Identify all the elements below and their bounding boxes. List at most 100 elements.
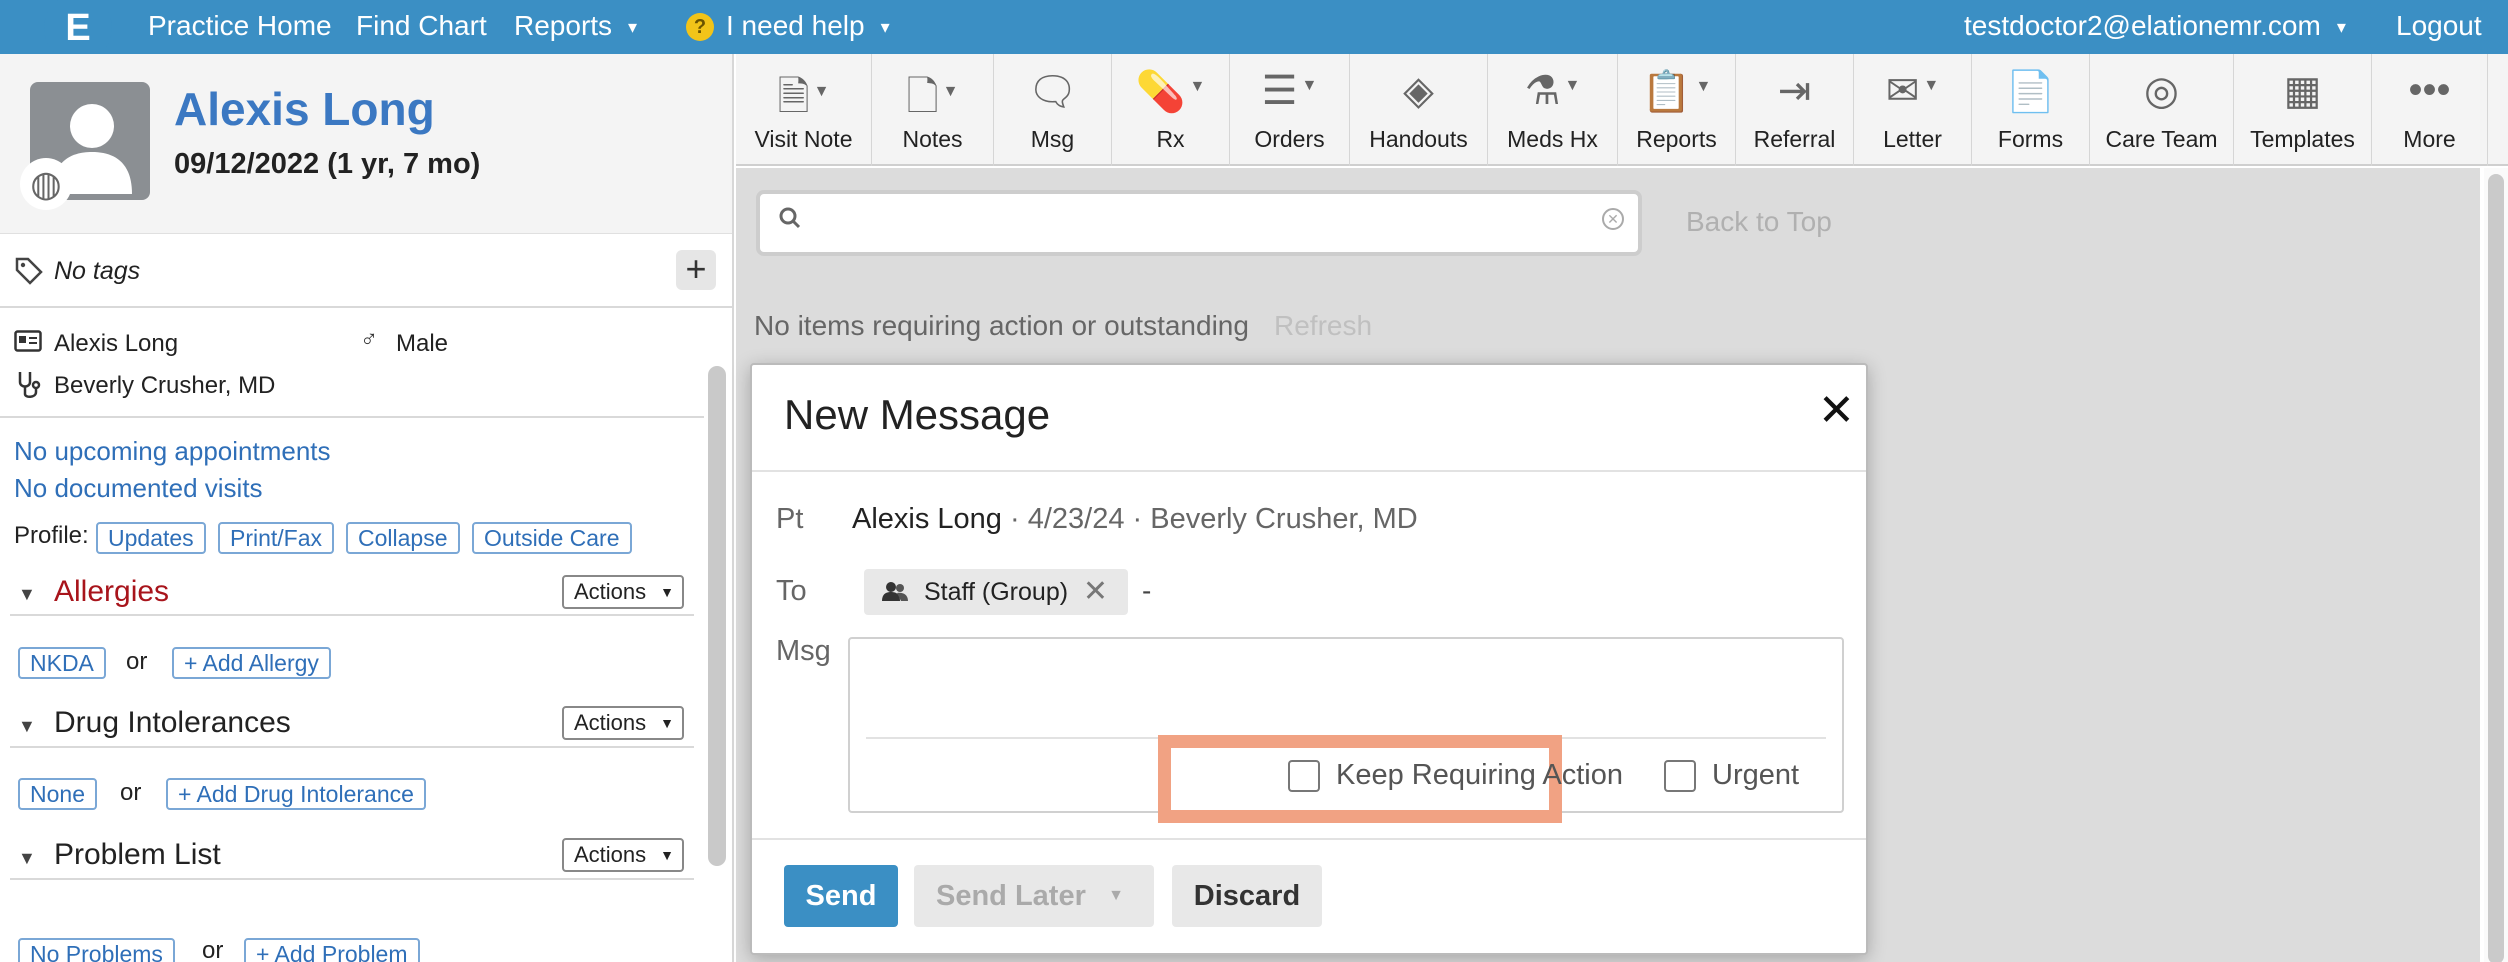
nkda-button[interactable]: NKDA [18,647,106,679]
urgent-label[interactable]: Urgent [1712,759,1799,792]
toolbar-templates[interactable]: ▦ Templates [2234,54,2372,166]
nav-practice-home[interactable]: Practice Home [148,10,332,42]
toolbar-label: Forms [1997,126,2064,152]
toolbar-letter[interactable]: ✉ ▼ Letter [1854,54,1972,166]
profile-updates-button[interactable]: Updates [96,522,206,554]
problem-list-actions-button[interactable]: Actions ▼ [562,838,684,872]
search-icon [778,206,802,237]
globe-icon: ◍ [20,158,72,210]
toolbar-more[interactable]: ••• More [2372,54,2488,166]
tag-icon [14,256,44,293]
keep-requiring-action-label[interactable]: Keep Requiring Action [1336,759,1623,792]
nav-logout[interactable]: Logout [2396,10,2482,42]
stethoscope-icon [16,370,42,407]
urgent-checkbox[interactable] [1664,760,1696,792]
toolbar-meds-hx[interactable]: ⚗ ▼ Meds Hx [1488,54,1618,166]
chart-search-bar: ✕ [756,190,1642,256]
nav-user-menu[interactable]: testdoctor2@elationemr.com ▾ [1964,10,2346,42]
elation-logo[interactable]: E [44,0,112,62]
toolbar-rx[interactable]: 💊 ▼ Rx [1112,54,1230,166]
toolbar-forms[interactable]: 📄 Forms [1972,54,2090,166]
nav-reports[interactable]: Reports ▾ [514,10,637,42]
profile-collapse-button[interactable]: Collapse [346,522,460,554]
patient-sidebar: ◍ Alexis Long 09/12/2022 (1 yr, 7 mo) No… [0,54,734,962]
toolbar-label: Handouts [1369,126,1468,152]
new-message-dialog: New Message ✕ Pt Alexis Long · 4/23/24 ·… [750,363,1868,955]
message-patient-details: · 4/23/24 · Beverly Crusher, MD [1001,503,1418,535]
toolbar-reports[interactable]: 📋 ▼ Reports [1618,54,1736,166]
allergies-actions-button[interactable]: Actions ▼ [562,575,684,609]
toolbar-label: Msg [1030,126,1075,152]
toolbar-label: Templates [2250,126,2355,152]
collapse-triangle-icon[interactable]: ▼ [18,716,36,737]
no-drug-intolerance-button[interactable]: None [18,778,97,810]
toolbar-visit-note[interactable]: 🗎 ▼ Visit Note [736,54,872,166]
message-patient-info: Alexis Long · 4/23/24 · Beverly Crusher,… [852,503,1418,536]
chart-search-input[interactable] [816,202,1556,244]
message-icon: 🗨 [1027,70,1078,114]
discard-button[interactable]: Discard [1172,865,1322,927]
scrollbar-thumb[interactable] [2488,174,2504,962]
drug-intolerances-title: Drug Intolerances [54,706,291,739]
recipient-dash: - [1142,575,1152,606]
toolbar-orders[interactable]: ☰ ▼ Orders [1230,54,1350,166]
sidebar-scrollbar[interactable] [708,366,726,866]
toolbar-label: Meds Hx [1507,126,1598,152]
allergies-title: Allergies [54,575,170,608]
team-icon: ◎ [2144,69,2179,113]
or-text: or [202,937,224,962]
referral-icon: ⇥ [1777,69,1812,113]
tags-text: No tags [54,257,141,285]
upcoming-appointments-link[interactable]: No upcoming appointments [14,436,331,467]
recipient-chip[interactable]: Staff (Group) ✕ [864,569,1128,615]
nav-find-chart[interactable]: Find Chart [356,10,487,42]
keep-requiring-action-checkbox[interactable] [1288,760,1320,792]
toolbar-msg[interactable]: 🗨 Msg [994,54,1112,166]
chart-toolbar: 🗎 ▼ Visit Note 🗋 ▼ Notes 🗨 Msg 💊 ▼ Rx ☰ ▼ Or… [736,54,2508,166]
toolbar-handouts[interactable]: ◈ Handouts [1350,54,1488,166]
no-items-text: No items requiring action or outstanding [754,310,1249,341]
nav-help[interactable]: ? I need help ▾ [686,10,890,42]
toolbar-notes[interactable]: 🗋 ▼ Notes [872,54,994,166]
profile-print-fax-button[interactable]: Print/Fax [218,522,335,554]
list-icon: ☰ ▼ [1261,69,1318,113]
clipboard-chart-icon: 📋 ▼ [1641,70,1712,114]
main-scrollbar[interactable] [2484,168,2508,962]
envelope-icon: ✉ ▼ [1885,69,1940,113]
to-label: To [776,575,807,607]
drug-intolerances-actions-button[interactable]: Actions ▼ [562,706,684,740]
message-textarea[interactable] [862,649,1828,729]
remove-recipient-icon[interactable]: ✕ [1083,569,1108,615]
chevron-down-icon: ▾ [2336,17,2346,38]
toolbar-label: Referral [1753,126,1836,152]
toolbar-label: More [2403,126,2456,152]
toolbar-care-team[interactable]: ◎ Care Team [2090,54,2234,166]
add-drug-intolerance-button[interactable]: + Add Drug Intolerance [166,778,426,810]
send-later-button[interactable]: Send Later ▼ [914,865,1154,927]
patient-display-name: Alexis Long [54,330,179,357]
refresh-link[interactable]: Refresh [1274,310,1372,342]
clear-search-icon[interactable]: ✕ [1602,208,1624,230]
send-button[interactable]: Send [784,865,898,927]
patient-name[interactable]: Alexis Long [174,82,435,136]
divider [0,416,704,418]
patient-provider: Beverly Crusher, MD [54,372,276,399]
group-icon [880,569,910,621]
close-icon[interactable]: ✕ [1818,389,1855,433]
toolbar-referral[interactable]: ⇥ Referral [1736,54,1854,166]
toolbar-label: Visit Note [754,126,853,152]
back-to-top-link[interactable]: Back to Top [1686,206,1832,238]
add-problem-button[interactable]: + Add Problem [244,938,420,962]
collapse-triangle-icon[interactable]: ▼ [18,584,36,605]
add-tag-button[interactable]: + [676,250,716,290]
clipboard-icon: 📄 [2005,70,2056,114]
no-problems-button[interactable]: No Problems [18,938,175,962]
send-later-label: Send Later [936,880,1086,912]
collapse-triangle-icon[interactable]: ▼ [18,848,36,869]
add-allergy-button[interactable]: + Add Allergy [172,647,331,679]
documented-visits-link[interactable]: No documented visits [14,473,263,504]
toolbar-label: Orders [1254,126,1325,152]
divider [752,470,1866,472]
toolbar-label: Care Team [2105,126,2218,152]
profile-outside-care-button[interactable]: Outside Care [472,522,632,554]
